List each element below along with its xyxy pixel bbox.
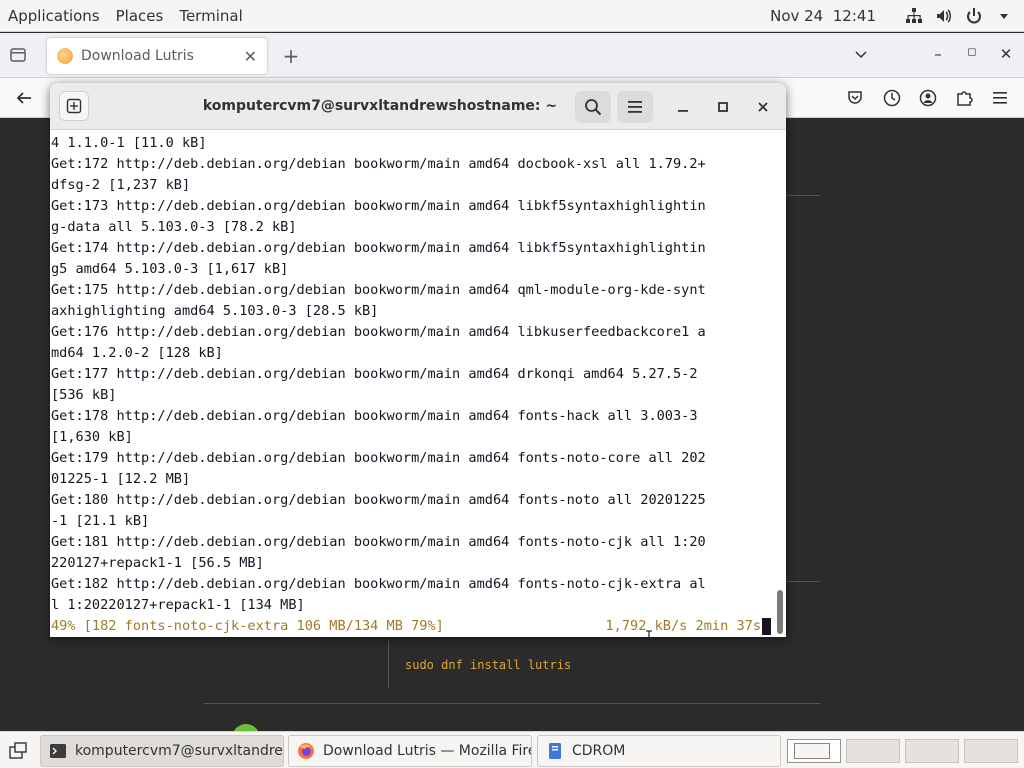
close-icon[interactable]: ✕ [996,45,1016,65]
new-tab-icon[interactable]: + [280,44,302,68]
terminal-line: 01225-1 [12.2 MB] [51,471,191,487]
terminal-line: [1,630 kB] [51,429,133,445]
minimize-icon[interactable]: – [928,45,948,65]
minimize-button[interactable] [671,95,695,119]
clock[interactable]: Nov 24 12:41 [770,7,876,25]
terminal-menu[interactable]: Terminal [171,0,250,32]
workspace-4[interactable] [964,739,1018,763]
task-label: CDROM [572,743,626,759]
terminal-window[interactable]: komputercvm7@survxltandrewshostname: ~ 4… [50,83,786,637]
terminal-line: Get:182 http://deb.debian.org/debian boo… [51,576,706,592]
hamburger-menu-icon [628,101,642,113]
workspace-3[interactable] [905,739,959,763]
terminal-title: komputercvm7@survxltandrewshostname: ~ [202,98,558,114]
terminal-scrollbar[interactable] [777,590,783,634]
tab-download-lutris[interactable]: Download Lutris ✕ [47,38,267,74]
divider [786,195,820,196]
terminal-line: g-data all 5.103.0-3 [78.2 kB] [51,219,297,235]
task-cdrom[interactable]: CDROM [537,735,781,767]
text-cursor-icon [646,630,652,637]
list-all-tabs-icon[interactable] [8,45,30,67]
terminal-line: Get:177 http://deb.debian.org/debian boo… [51,366,698,382]
terminal-line: Get:176 http://deb.debian.org/debian boo… [51,324,706,340]
apt-progress-status: 49% [182 fonts-noto-cjk-extra 106 MB/134… [51,616,773,637]
terminal-line: Get:181 http://deb.debian.org/debian boo… [51,534,706,550]
install-command[interactable]: sudo dnf install lutris [405,658,571,672]
code-block: sudo dnf install lutris [388,640,828,688]
extensions-icon[interactable] [954,88,974,108]
applications-menu[interactable]: Applications [0,0,108,32]
tab-title: Download Lutris [81,48,194,64]
terminal-line: Get:174 http://deb.debian.org/debian boo… [51,240,706,256]
terminal-line: dfsg-2 [1,237 kB] [51,177,191,193]
terminal-line: g5 amd64 5.103.0-3 [1,617 kB] [51,261,289,277]
file-manager-icon [549,743,561,759]
terminal-line: Get:172 http://deb.debian.org/debian boo… [51,156,706,172]
minimize-icon [678,110,688,112]
dropdown-icon[interactable] [994,6,1014,26]
search-button[interactable] [575,91,611,123]
terminal-line: 220127+repack1-1 [56.5 MB] [51,555,264,571]
new-tab-icon [66,98,82,114]
terminal-line: Get:175 http://deb.debian.org/debian boo… [51,282,706,298]
maximize-icon [718,102,728,112]
terminal-header-bar[interactable]: komputercvm7@survxltandrewshostname: ~ [50,83,786,130]
maximize-icon[interactable]: ◻ [962,45,982,65]
top-bar: Applications Places Terminal Nov 24 12:4… [0,0,1024,32]
maximize-button[interactable] [711,95,735,119]
search-icon [585,99,602,116]
terminal-line: Get:179 http://deb.debian.org/debian boo… [51,450,706,466]
volume-icon[interactable] [934,6,954,26]
firefox-icon [298,743,314,759]
terminal-line: Get:178 http://deb.debian.org/debian boo… [51,408,698,424]
pocket-icon[interactable] [846,88,866,108]
divider [786,581,820,582]
new-tab-button[interactable] [59,91,89,121]
terminal-line: -1 [21.1 kB] [51,513,150,529]
firefox-tab-bar: Download Lutris ✕ + – ◻ ✕ [0,33,1024,78]
terminal-line: md64 1.2.0-2 [128 kB] [51,345,223,361]
terminal-cursor [762,618,771,635]
status-progress: 49% [182 fonts-noto-cjk-extra 106 MB/134… [51,618,444,634]
terminal-output[interactable]: 4 1.1.0-1 [11.0 kB] Get:172 http://deb.de… [50,130,786,637]
close-icon [758,102,768,112]
terminal-icon [50,744,66,758]
bottom-taskbar: komputercvm7@survxltandrew... Download L… [0,731,1024,768]
network-icon[interactable] [904,6,924,26]
chevron-down-icon[interactable] [852,45,872,65]
terminal-line: l 1:20220127+repack1-1 [134 MB] [51,597,305,613]
task-terminal[interactable]: komputercvm7@survxltandrew... [40,735,284,767]
terminal-line: [536 kB] [51,387,117,403]
menu-button[interactable] [617,91,653,123]
terminal-line: Get:173 http://deb.debian.org/debian boo… [51,198,706,214]
hamburger-menu-icon[interactable] [990,88,1010,108]
workspace-2[interactable] [846,739,900,763]
system-tray[interactable] [904,6,1014,26]
terminal-line: axhighlighting amd64 5.103.0-3 [28.5 kB] [51,303,379,319]
terminal-line: Get:180 http://deb.debian.org/debian boo… [51,492,706,508]
close-tab-icon[interactable]: ✕ [244,47,257,66]
workspace-1[interactable] [787,739,841,763]
places-menu[interactable]: Places [108,0,172,32]
back-arrow-icon[interactable] [14,88,34,108]
close-button[interactable] [751,95,775,119]
account-icon[interactable] [918,88,938,108]
terminal-lines: 4 1.1.0-1 [11.0 kB] Get:172 http://deb.de… [51,133,773,616]
status-speed-eta: 1,792 kB/s 2min 37s [605,618,762,634]
power-icon[interactable] [964,6,984,26]
task-label: komputercvm7@survxltandrew... [75,743,284,759]
show-desktop-icon[interactable] [8,741,28,761]
task-label: Download Lutris — Mozilla Fire... [323,743,532,759]
divider [204,703,820,704]
terminal-line: 4 1.1.0-1 [11.0 kB] [51,135,207,151]
lutris-favicon-icon [57,48,73,64]
sync-icon[interactable] [882,88,902,108]
task-firefox[interactable]: Download Lutris — Mozilla Fire... [288,735,532,767]
